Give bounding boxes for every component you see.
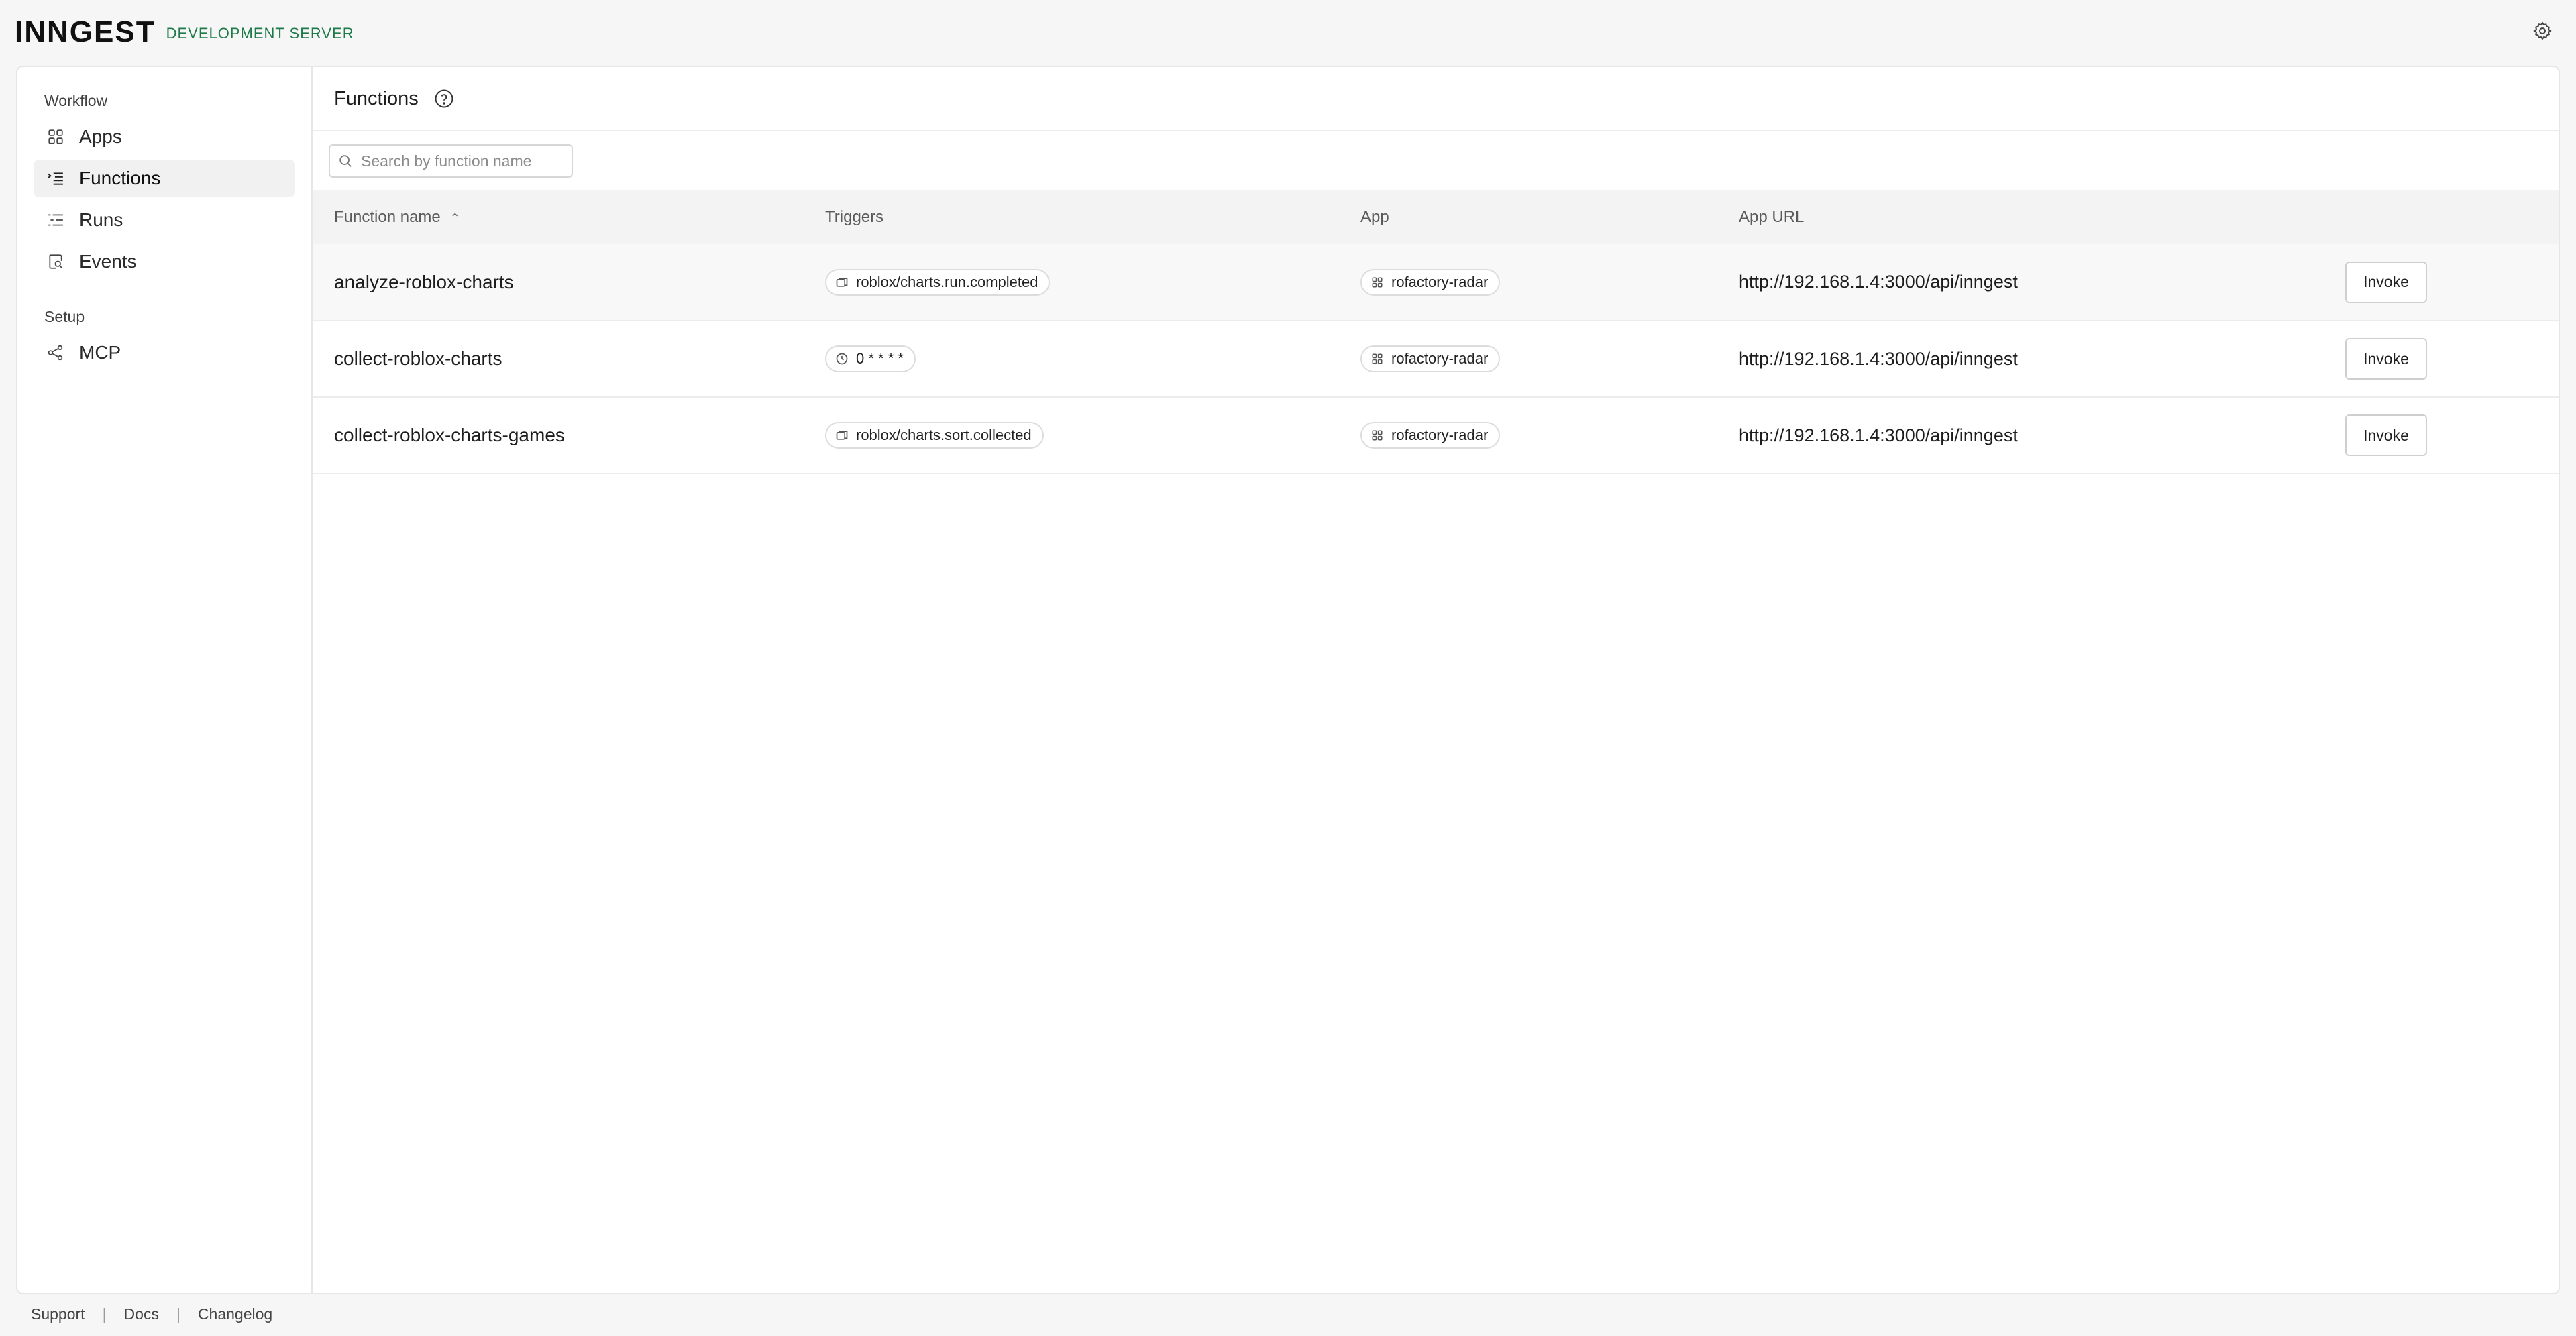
table-header-row: Function name ⌃ Triggers App App URL: [313, 190, 2559, 244]
apps-grid-icon: [1370, 351, 1385, 366]
sidebar-item-label: Runs: [79, 209, 123, 230]
function-name[interactable]: collect-roblox-charts-games: [313, 397, 825, 474]
column-header-app: App: [1360, 208, 1389, 226]
event-icon: [835, 275, 849, 290]
invoke-button[interactable]: Invoke: [2345, 261, 2427, 303]
app-pill[interactable]: rofactory-radar: [1360, 268, 1501, 296]
functions-page: Functions Function nam: [313, 67, 2559, 1293]
footer-link-changelog[interactable]: Changelog: [198, 1305, 272, 1323]
clock-icon: [835, 351, 849, 366]
app-url: http://192.168.1.4:3000/api/inngest: [1739, 272, 2018, 292]
search-input[interactable]: [360, 151, 561, 171]
app-pill[interactable]: rofactory-radar: [1360, 345, 1501, 372]
function-name[interactable]: collect-roblox-charts: [313, 321, 825, 397]
app-url: http://192.168.1.4:3000/api/inngest: [1739, 425, 2018, 445]
column-header-triggers: Triggers: [825, 208, 884, 226]
help-circle-icon: [435, 89, 453, 108]
table-row[interactable]: collect-roblox-charts 0 * * * * rofactor…: [313, 321, 2559, 397]
footer-separator: |: [176, 1305, 180, 1323]
sidebar-item-label: Apps: [79, 126, 122, 147]
environment-label: DEVELOPMENT SERVER: [166, 25, 354, 42]
trigger-pill: 0 * * * *: [825, 345, 916, 372]
sort-ascending-icon: ⌃: [449, 211, 460, 225]
runs-list-icon: [46, 210, 66, 230]
top-bar: INNGEST DEVELOPMENT SERVER: [0, 0, 2576, 64]
apps-grid-icon: [46, 127, 66, 147]
events-search-icon: [46, 252, 66, 272]
help-button[interactable]: [433, 88, 455, 109]
sidebar-item-label: Events: [79, 251, 137, 272]
trigger-pill: roblox/charts.run.completed: [825, 268, 1051, 296]
sidebar-item-events[interactable]: Events: [34, 243, 295, 280]
sidebar-item-runs[interactable]: Runs: [34, 201, 295, 239]
app-label: rofactory-radar: [1391, 273, 1489, 290]
sidebar: Workflow Apps Functions Runs Events Setu…: [17, 67, 313, 1293]
trigger-pill: roblox/charts.sort.collected: [825, 422, 1044, 449]
event-icon: [835, 428, 849, 443]
sidebar-item-mcp[interactable]: MCP: [34, 334, 295, 372]
function-name[interactable]: analyze-roblox-charts: [313, 244, 825, 321]
search-box: [329, 144, 573, 178]
functions-table: Function name ⌃ Triggers App App URL anal…: [313, 190, 2559, 474]
column-header-actions: [2345, 190, 2559, 244]
settings-button[interactable]: [2530, 19, 2555, 43]
table-row[interactable]: collect-roblox-charts-games roblox/chart…: [313, 397, 2559, 474]
apps-grid-icon: [1370, 428, 1385, 443]
app-pill[interactable]: rofactory-radar: [1360, 422, 1501, 449]
search-icon: [339, 155, 352, 167]
trigger-label: roblox/charts.run.completed: [856, 273, 1038, 290]
footer-link-docs[interactable]: Docs: [124, 1305, 159, 1323]
app-shell: Workflow Apps Functions Runs Events Setu…: [16, 66, 2560, 1294]
page-title: Functions: [334, 87, 419, 109]
page-header: Functions: [313, 67, 2559, 131]
invoke-button[interactable]: Invoke: [2345, 338, 2427, 380]
sidebar-item-functions[interactable]: Functions: [34, 160, 295, 197]
sidebar-section-setup: Setup: [44, 307, 85, 325]
table-row[interactable]: analyze-roblox-charts roblox/charts.run.…: [313, 244, 2559, 321]
footer-separator: |: [102, 1305, 107, 1323]
column-header-app-url: App URL: [1739, 208, 1805, 226]
invoke-button[interactable]: Invoke: [2345, 414, 2427, 456]
app-label: rofactory-radar: [1391, 427, 1489, 443]
app-url: http://192.168.1.4:3000/api/inngest: [1739, 348, 2018, 369]
apps-grid-icon: [1370, 275, 1385, 290]
trigger-label: roblox/charts.sort.collected: [856, 427, 1032, 443]
trigger-label: 0 * * * *: [856, 350, 904, 367]
search-row: [313, 131, 2559, 190]
column-header-function-name[interactable]: Function name ⌃: [313, 190, 825, 244]
sidebar-item-label: Functions: [79, 168, 161, 188]
footer-link-support[interactable]: Support: [31, 1305, 85, 1323]
mcp-share-icon: [46, 343, 66, 363]
gear-icon: [2533, 21, 2552, 40]
footer: Support | Docs | Changelog: [31, 1305, 272, 1323]
inngest-logo[interactable]: INNGEST: [15, 15, 156, 49]
sidebar-item-label: MCP: [79, 342, 121, 363]
app-label: rofactory-radar: [1391, 350, 1489, 367]
functions-list-icon: [46, 168, 66, 188]
sidebar-section-workflow: Workflow: [44, 91, 108, 109]
sidebar-item-apps[interactable]: Apps: [34, 118, 295, 156]
